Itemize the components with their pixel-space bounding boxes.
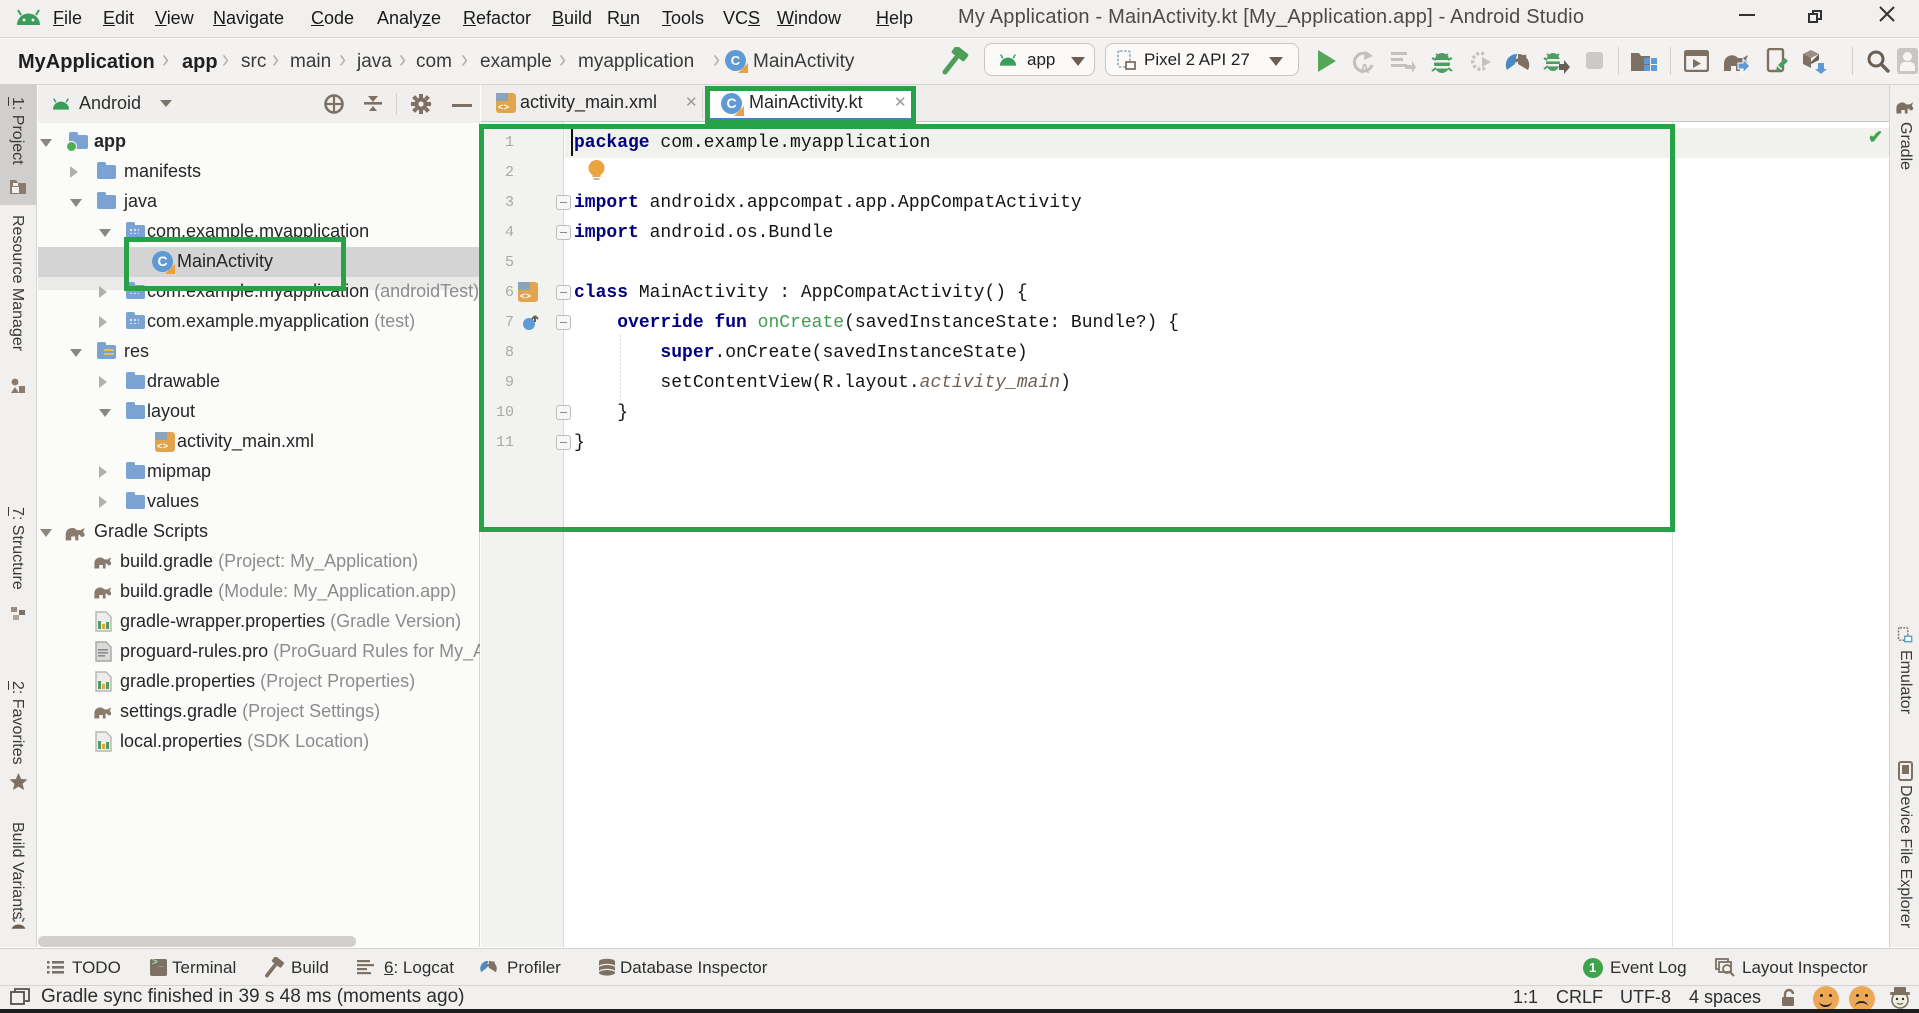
svg-text:A: A bbox=[1360, 61, 1370, 75]
